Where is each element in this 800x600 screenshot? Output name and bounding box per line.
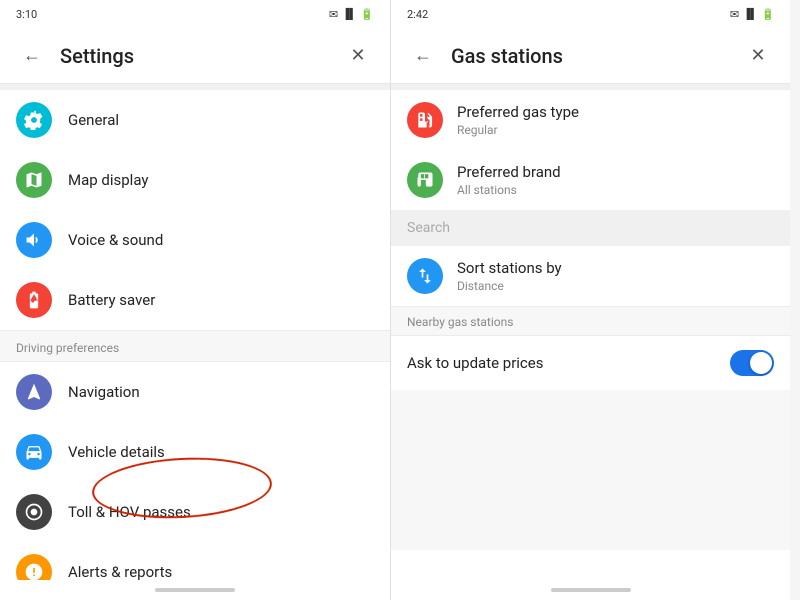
right-panel: 2:42 ✉ ▐▌ 🔋 ← Gas stations ✕ Preferred g… — [390, 0, 790, 600]
left-status-bar: 3:10 ✉ ▐▌ 🔋 — [0, 0, 390, 28]
right-header-title: Gas stations — [451, 44, 742, 68]
left-bottom-pill — [155, 588, 235, 592]
preferred-brand-sub: All stations — [457, 183, 561, 197]
voice-sound-label: Voice & sound — [68, 231, 163, 249]
preferred-gas-type-text: Preferred gas type Regular — [457, 103, 579, 137]
right-status-bar: 2:42 ✉ ▐▌ 🔋 — [391, 0, 790, 28]
sort-stations-item[interactable]: Sort stations by Distance — [391, 246, 790, 306]
left-scroll-area: General Map display Voice & sound Batter… — [0, 84, 390, 580]
menu-item-general[interactable]: General — [0, 90, 390, 150]
left-time: 3:10 — [16, 8, 37, 21]
left-header: ← Settings ✕ — [0, 28, 390, 84]
menu-item-vehicle-details[interactable]: Vehicle details — [0, 422, 390, 482]
preferred-gas-type-icon — [407, 102, 443, 138]
left-close-button[interactable]: ✕ — [342, 40, 374, 72]
sort-stations-text: Sort stations by Distance — [457, 259, 562, 293]
ask-update-prices-label: Ask to update prices — [407, 354, 543, 372]
general-label: General — [68, 111, 119, 129]
right-bottom-pill — [551, 588, 631, 592]
preferred-brand-item[interactable]: Preferred brand All stations — [391, 150, 790, 210]
right-header: ← Gas stations ✕ — [391, 28, 790, 84]
menu-item-battery-saver[interactable]: Battery saver — [0, 270, 390, 330]
navigation-icon — [16, 374, 52, 410]
sort-stations-icon — [407, 258, 443, 294]
right-time: 2:42 — [407, 8, 428, 21]
menu-item-map-display[interactable]: Map display — [0, 150, 390, 210]
left-header-title: Settings — [60, 44, 342, 68]
left-panel: 3:10 ✉ ▐▌ 🔋 ← Settings ✕ General Map dis… — [0, 0, 390, 600]
preferred-brand-text: Preferred brand All stations — [457, 163, 561, 197]
menu-item-toll-hov[interactable]: Toll & HOV passes — [0, 482, 390, 542]
menu-item-alerts-reports[interactable]: Alerts & reports — [0, 542, 390, 580]
sort-stations-sub: Distance — [457, 279, 562, 293]
menu-item-navigation[interactable]: Navigation — [0, 362, 390, 422]
navigation-label: Navigation — [68, 383, 140, 401]
right-back-button[interactable]: ← — [407, 40, 439, 72]
left-status-icons: ✉ ▐▌ 🔋 — [329, 8, 374, 21]
left-bottom-bar — [0, 580, 390, 600]
battery-saver-icon — [16, 282, 52, 318]
vehicle-details-icon — [16, 434, 52, 470]
alerts-reports-label: Alerts & reports — [68, 563, 172, 580]
battery-saver-label: Battery saver — [68, 291, 155, 309]
preferred-gas-type-title: Preferred gas type — [457, 103, 579, 121]
left-back-button[interactable]: ← — [16, 40, 48, 72]
ask-update-prices-toggle[interactable] — [730, 350, 774, 376]
preferred-brand-icon — [407, 162, 443, 198]
map-display-label: Map display — [68, 171, 148, 189]
toll-hov-label: Toll & HOV passes — [68, 503, 191, 521]
preferred-gas-type-sub: Regular — [457, 123, 579, 137]
right-close-button[interactable]: ✕ — [742, 40, 774, 72]
toll-hov-icon — [16, 494, 52, 530]
ask-update-prices-row: Ask to update prices — [391, 336, 790, 390]
preferred-gas-type-item[interactable]: Preferred gas type Regular — [391, 90, 790, 150]
search-row[interactable]: Search — [391, 210, 790, 246]
driving-preferences-header: Driving preferences — [0, 330, 390, 362]
preferred-brand-title: Preferred brand — [457, 163, 561, 181]
alerts-reports-icon — [16, 554, 52, 580]
right-scroll-area: Preferred gas type Regular Preferred bra… — [391, 84, 790, 580]
sort-stations-title: Sort stations by — [457, 259, 562, 277]
vehicle-details-label: Vehicle details — [68, 443, 165, 461]
menu-item-voice-sound[interactable]: Voice & sound — [0, 210, 390, 270]
general-icon — [16, 102, 52, 138]
empty-area — [391, 390, 790, 550]
right-bottom-bar — [391, 580, 790, 600]
nearby-section-label: Nearby gas stations — [391, 306, 790, 336]
voice-sound-icon — [16, 222, 52, 258]
right-status-icons: ✉ ▐▌ 🔋 — [730, 8, 775, 21]
map-display-icon — [16, 162, 52, 198]
